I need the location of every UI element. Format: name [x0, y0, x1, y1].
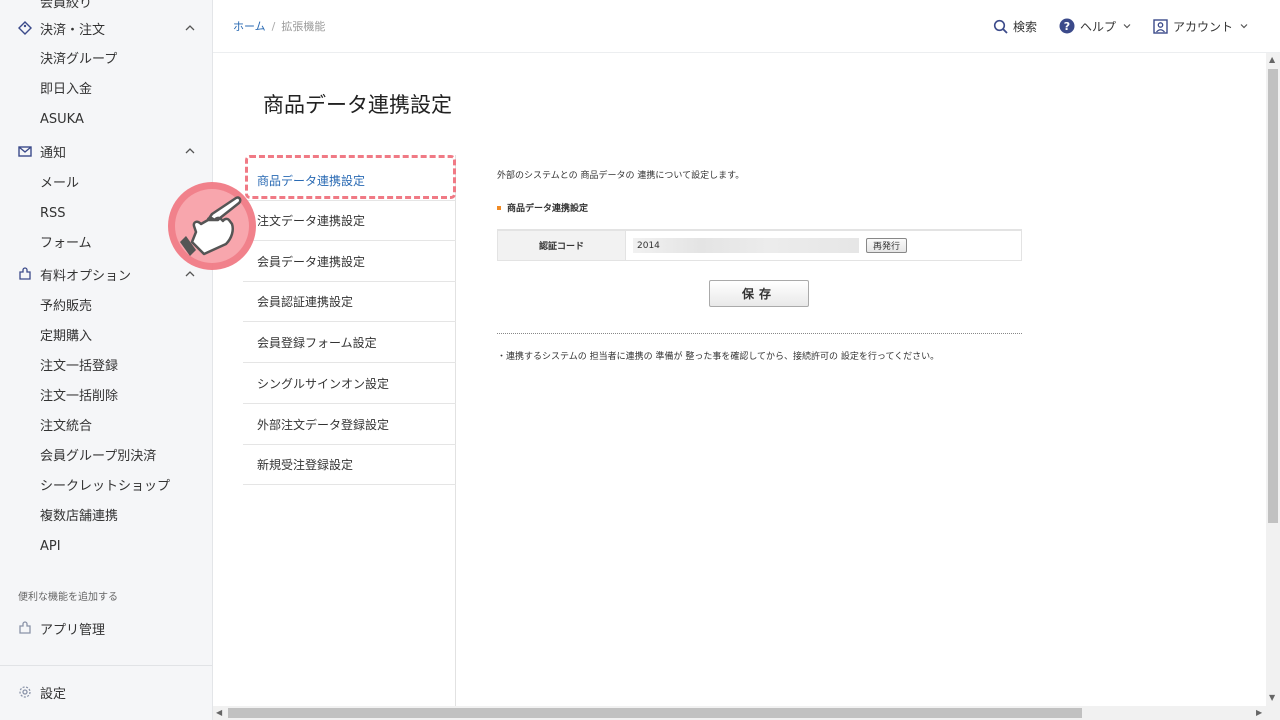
scroll-up-arrow-icon[interactable]: ▲: [1269, 55, 1275, 64]
sidebar-item-bulk-register[interactable]: 注文一括登録: [40, 357, 118, 377]
sidebar-item-multi-store[interactable]: 複数店舗連携: [40, 507, 118, 527]
sidebar-item-bulk-delete[interactable]: 注文一括削除: [40, 387, 118, 407]
sidebar-item-form[interactable]: フォーム: [40, 234, 92, 254]
horizontal-scroll-thumb[interactable]: [228, 708, 1082, 718]
help-label: ヘルプ: [1080, 19, 1117, 34]
sidebar-item-api[interactable]: API: [40, 537, 61, 557]
sidebar-settings[interactable]: 設定: [0, 680, 212, 704]
sidebar-caption: 便利な機能を追加する: [18, 592, 118, 603]
submenu-item-external-order[interactable]: 外部注文データ登録設定: [243, 405, 456, 445]
puzzle-icon: [18, 267, 32, 281]
horizontal-scrollbar[interactable]: ◀ ▶: [213, 706, 1280, 720]
page-title: 商品データ連携設定: [263, 93, 452, 117]
sidebar-group-notify[interactable]: 通知: [0, 139, 212, 163]
auth-code-cell: 2014 再発行: [626, 231, 1021, 260]
sidebar-item-rss[interactable]: RSS: [40, 204, 66, 224]
search-label: 検索: [1013, 19, 1038, 34]
vertical-scroll-thumb[interactable]: [1268, 69, 1278, 523]
auth-code-table: 認証コード 2014 再発行: [497, 229, 1022, 261]
sidebar-divider: [0, 665, 212, 666]
auth-code-field[interactable]: 2014: [633, 238, 859, 253]
sidebar-item-asuka[interactable]: ASUKA: [40, 110, 84, 130]
submenu-item-member-form[interactable]: 会員登録フォーム設定: [243, 323, 456, 363]
sidebar-item-group-payment[interactable]: 会員グループ別決済: [40, 447, 156, 467]
settings-submenu: 商品データ連携設定 注文データ連携設定 会員データ連携設定 会員認証連携設定 会…: [243, 155, 456, 706]
scroll-down-arrow-icon[interactable]: ▼: [1269, 693, 1275, 702]
chevron-down-icon: [1123, 24, 1131, 29]
sidebar-item-mail[interactable]: メール: [40, 174, 79, 194]
sidebar-item-payment-group[interactable]: 決済グループ: [40, 50, 117, 70]
sidebar-group-label: 有料オプション: [40, 268, 132, 284]
save-button[interactable]: 保存: [709, 280, 809, 307]
section-title: 商品データ連携設定: [497, 201, 588, 214]
sidebar-item-merge[interactable]: 注文統合: [40, 417, 92, 437]
sidebar-group-label: 通知: [40, 145, 67, 161]
reissue-button[interactable]: 再発行: [866, 238, 908, 253]
section-title-text: 商品データ連携設定: [507, 204, 589, 214]
breadcrumb-current: 拡張機能: [281, 20, 326, 33]
breadcrumb: ホーム / 拡張機能: [233, 18, 325, 34]
sidebar-group-label: 決済・注文: [40, 22, 106, 38]
submenu-item-member-data[interactable]: 会員データ連携設定: [243, 242, 456, 282]
mail-icon: [18, 144, 32, 158]
gear-icon: [18, 685, 32, 699]
sidebar: 会員絞り 決済・注文 決済グループ 即日入金 ASUKA 通知 メール RSS …: [0, 0, 213, 720]
sidebar-item-preorder[interactable]: 予約販売: [40, 297, 92, 317]
submenu-item-product-data[interactable]: 商品データ連携設定: [243, 161, 456, 201]
account-label: アカウント: [1173, 19, 1234, 34]
scroll-left-arrow-icon[interactable]: ◀: [216, 708, 222, 717]
breadcrumb-separator: /: [271, 20, 276, 33]
scroll-right-arrow-icon[interactable]: ▶: [1256, 708, 1262, 717]
sidebar-app-manage[interactable]: アプリ管理: [0, 616, 212, 640]
svg-text:?: ?: [1064, 20, 1070, 33]
intro-text: 外部のシステムとの 商品データの 連携について設定します。: [497, 171, 745, 181]
help-icon: ?: [1059, 18, 1075, 34]
submenu-item-new-order[interactable]: 新規受注登録設定: [243, 445, 456, 485]
top-bar: ホーム / 拡張機能 検索 ? ヘルプ アカウント: [213, 0, 1280, 53]
search-icon: [993, 19, 1008, 34]
auth-code-label: 認証コード: [498, 231, 626, 260]
dotted-divider: [497, 333, 1022, 334]
search-button[interactable]: 検索: [993, 16, 1037, 36]
sidebar-item-cut[interactable]: 会員絞り: [40, 0, 92, 11]
sidebar-app-manage-label: アプリ管理: [40, 622, 106, 638]
main-content: 商品データ連携設定 商品データ連携設定 注文データ連携設定 会員データ連携設定 …: [213, 53, 1266, 706]
submenu-item-member-auth[interactable]: 会員認証連携設定: [243, 282, 456, 322]
section-marker: [497, 205, 501, 210]
sidebar-item-secret-shop[interactable]: シークレットショップ: [40, 477, 170, 497]
sidebar-item-subscription[interactable]: 定期購入: [40, 327, 92, 347]
sidebar-group-payment[interactable]: 決済・注文: [0, 16, 212, 40]
chevron-up-icon[interactable]: [183, 21, 197, 35]
pointing-hand-icon: [166, 180, 258, 272]
note-text: ・連携するシステムの 担当者に連携の 準備が 整った事を確認してから、接続許可の…: [497, 352, 940, 362]
vertical-scrollbar[interactable]: ▲ ▼: [1266, 53, 1280, 706]
sidebar-settings-label: 設定: [40, 686, 67, 702]
account-icon: [1153, 18, 1168, 34]
account-button[interactable]: アカウント: [1153, 16, 1255, 36]
tag-icon: [18, 21, 32, 35]
chevron-down-icon: [1240, 24, 1248, 29]
sidebar-item-same-day[interactable]: 即日入金: [40, 80, 92, 100]
submenu-item-sso[interactable]: シングルサインオン設定: [243, 364, 456, 404]
help-button[interactable]: ? ヘルプ: [1059, 16, 1138, 36]
submenu-item-order-data[interactable]: 注文データ連携設定: [243, 201, 456, 241]
puzzle-icon: [18, 621, 32, 635]
chevron-up-icon[interactable]: [183, 144, 197, 158]
breadcrumb-home[interactable]: ホーム: [233, 20, 266, 33]
